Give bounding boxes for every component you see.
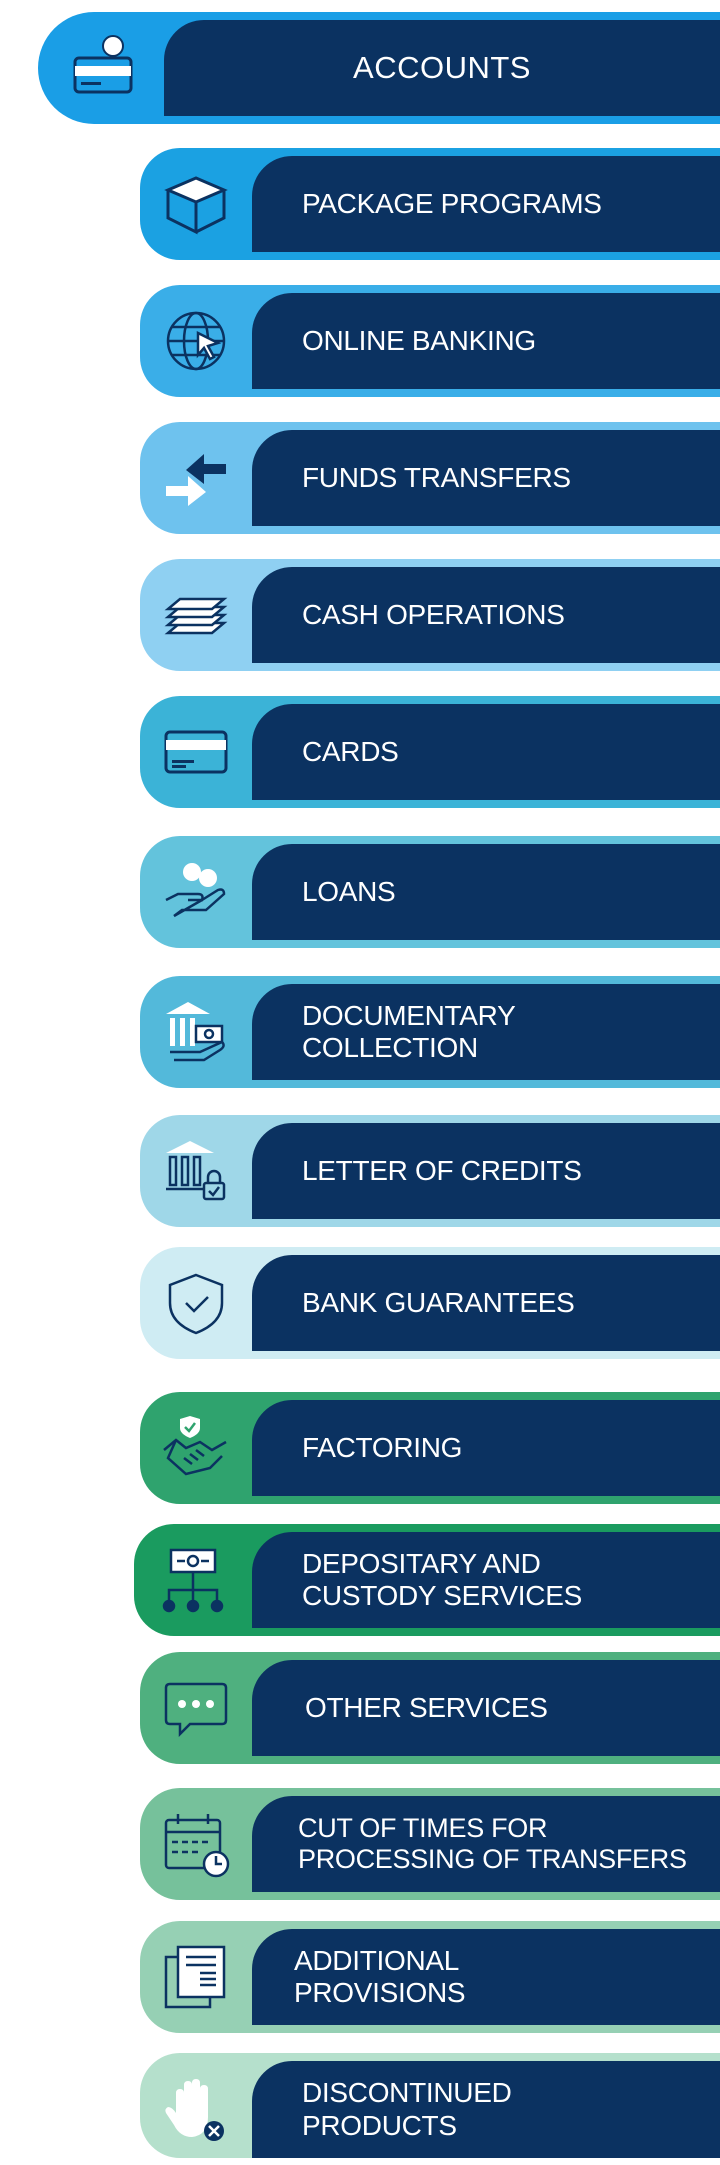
transfer-arrows-icon xyxy=(140,422,252,534)
calendar-clock-icon xyxy=(140,1788,252,1900)
menu-item-cash-operations[interactable]: CASH OPERATIONS xyxy=(140,559,720,671)
menu-label-factoring: FACTORING xyxy=(252,1400,720,1496)
menu-label-funds-transfers: FUNDS TRANSFERS xyxy=(252,430,720,526)
menu-item-discontinued-products[interactable]: DISCONTINUED PRODUCTS xyxy=(140,2053,720,2158)
menu-item-depositary-custody[interactable]: DEPOSITARY AND CUSTODY SERVICES xyxy=(134,1524,720,1636)
menu-label-online-banking: ONLINE BANKING xyxy=(252,293,720,389)
menu-item-accounts[interactable]: ACCOUNTS xyxy=(38,12,720,124)
menu-label-cut-off-times: CUT OF TIMES FOR PROCESSING OF TRANSFERS xyxy=(252,1796,720,1892)
menu-item-additional-provisions[interactable]: ADDITIONAL PROVISIONS xyxy=(140,1921,720,2033)
menu-label-bank-guarantees: BANK GUARANTEES xyxy=(252,1255,720,1351)
menu-item-loans[interactable]: LOANS xyxy=(140,836,720,948)
menu-label-additional-provisions: ADDITIONAL PROVISIONS xyxy=(252,1929,720,2025)
globe-cursor-icon xyxy=(140,285,252,397)
cash-stack-icon xyxy=(140,559,252,671)
menu-label-accounts: ACCOUNTS xyxy=(164,20,720,116)
hand-coins-icon xyxy=(140,836,252,948)
menu-item-other-services[interactable]: OTHER SERVICES xyxy=(140,1652,720,1764)
menu-label-other-services: OTHER SERVICES xyxy=(252,1660,720,1756)
handshake-icon xyxy=(140,1392,252,1504)
menu-item-online-banking[interactable]: ONLINE BANKING xyxy=(140,285,720,397)
box-icon xyxy=(140,148,252,260)
menu-label-loans: LOANS xyxy=(252,844,720,940)
documents-icon xyxy=(140,1921,252,2033)
menu-label-letter-of-credits: LETTER OF CREDITS xyxy=(252,1123,720,1219)
bank-document-icon xyxy=(140,976,252,1088)
menu-item-cards[interactable]: CARDS xyxy=(140,696,720,808)
menu-label-package-programs: PACKAGE PROGRAMS xyxy=(252,156,720,252)
card-icon xyxy=(140,696,252,808)
menu-label-cash-operations: CASH OPERATIONS xyxy=(252,567,720,663)
hand-stop-icon xyxy=(140,2053,252,2165)
menu-label-discontinued-products: DISCONTINUED PRODUCTS xyxy=(252,2061,720,2158)
menu-label-depositary-custody: DEPOSITARY AND CUSTODY SERVICES xyxy=(252,1532,720,1628)
menu-label-documentary-collection: DOCUMENTARY COLLECTION xyxy=(252,984,720,1080)
bank-lock-icon xyxy=(140,1115,252,1227)
menu-item-cut-off-times[interactable]: CUT OF TIMES FOR PROCESSING OF TRANSFERS xyxy=(140,1788,720,1900)
account-card-icon xyxy=(38,12,168,124)
menu-item-bank-guarantees[interactable]: BANK GUARANTEES xyxy=(140,1247,720,1359)
custody-network-icon xyxy=(134,1524,252,1636)
menu-item-funds-transfers[interactable]: FUNDS TRANSFERS xyxy=(140,422,720,534)
chat-dots-icon xyxy=(140,1652,252,1764)
menu-label-cards: CARDS xyxy=(252,704,720,800)
menu-item-documentary-collection[interactable]: DOCUMENTARY COLLECTION xyxy=(140,976,720,1088)
menu-item-package-programs[interactable]: PACKAGE PROGRAMS xyxy=(140,148,720,260)
shield-check-icon xyxy=(140,1247,252,1359)
menu-item-letter-of-credits[interactable]: LETTER OF CREDITS xyxy=(140,1115,720,1227)
menu-item-factoring[interactable]: FACTORING xyxy=(140,1392,720,1504)
